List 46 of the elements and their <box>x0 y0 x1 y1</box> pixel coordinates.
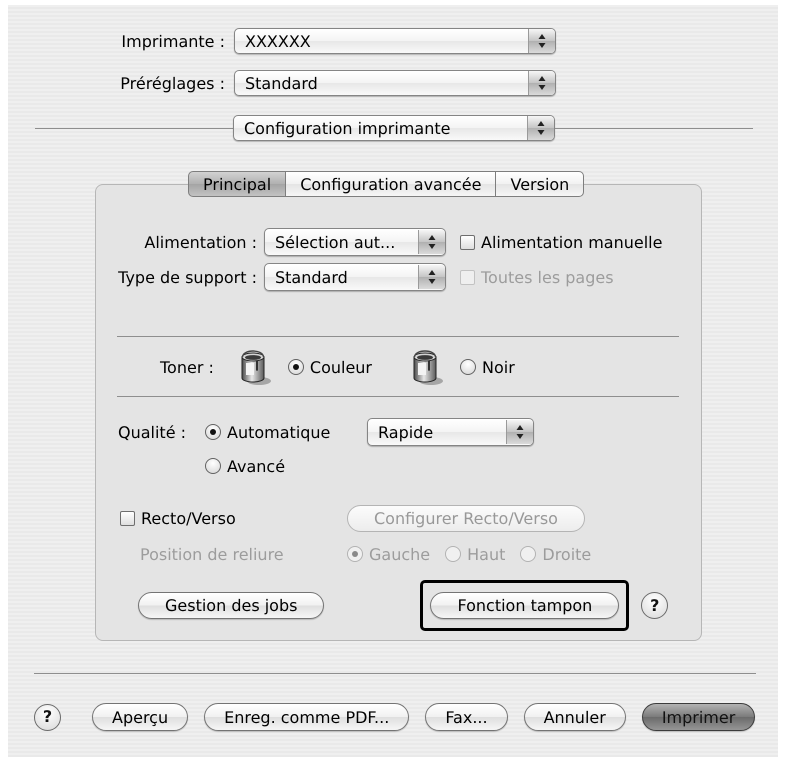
dialog-button[interactable]: Annuler <box>524 703 626 731</box>
updown-arrows-icon <box>528 29 555 53</box>
radio-button[interactable] <box>460 359 476 375</box>
checkbox-label: Recto/Verso <box>141 509 236 528</box>
popup-menu[interactable]: Standard <box>264 263 446 291</box>
checkbox[interactable] <box>120 511 135 526</box>
updown-arrows-icon <box>528 71 555 95</box>
checkbox-label: Toutes les pages <box>481 268 614 286</box>
field-label: Qualité : <box>118 422 186 442</box>
radio-label: Haut <box>467 544 506 564</box>
dialog-button[interactable]: Enreg. comme PDF... <box>204 703 410 731</box>
popup-menu[interactable]: Standard <box>234 70 556 96</box>
field-label: Préréglages : <box>120 74 225 92</box>
field-label: Toner : <box>160 358 214 376</box>
radio-label: Automatique <box>227 422 330 442</box>
popup-menu[interactable]: XXXXXX <box>234 28 556 54</box>
panel-button[interactable]: Gestion des jobs <box>138 592 324 619</box>
radio-button[interactable] <box>205 458 221 474</box>
help-button[interactable]: ? <box>641 592 668 619</box>
dialog-button[interactable]: Imprimer <box>642 703 756 731</box>
checkbox-label: Alimentation manuelle <box>481 232 662 252</box>
updown-arrows-icon <box>418 230 445 254</box>
tab[interactable]: Principal <box>188 171 286 197</box>
field-label: Alimentation : <box>144 232 257 252</box>
dialog-button[interactable]: Aperçu <box>92 703 188 731</box>
section-popup-menu[interactable]: Configuration imprimante <box>233 115 555 141</box>
radio-button[interactable] <box>205 424 221 440</box>
radio-button[interactable] <box>288 359 304 375</box>
updown-arrows-icon <box>506 420 533 444</box>
radio-label: Couleur <box>310 358 372 376</box>
popup-menu[interactable]: Sélection aut... <box>264 228 446 256</box>
popup-menu[interactable]: Rapide <box>367 418 534 446</box>
dialog-button[interactable]: Fax... <box>425 703 508 731</box>
radio-label: Noir <box>482 358 515 376</box>
updown-arrows-icon <box>418 265 445 289</box>
tab[interactable]: Configuration avancée <box>285 171 496 197</box>
radio-label: Droite <box>542 544 592 564</box>
help-button[interactable]: ? <box>34 704 61 730</box>
tab[interactable]: Version <box>495 171 584 197</box>
field-label: Position de reliure <box>140 544 284 564</box>
radio-label: Gauche <box>369 544 430 564</box>
checkbox[interactable] <box>460 234 475 250</box>
radio-label: Avancé <box>227 456 286 476</box>
field-label: Type de support : <box>118 268 257 286</box>
panel-button[interactable]: Fonction tampon <box>430 592 620 619</box>
field-label: Imprimante : <box>121 32 225 50</box>
